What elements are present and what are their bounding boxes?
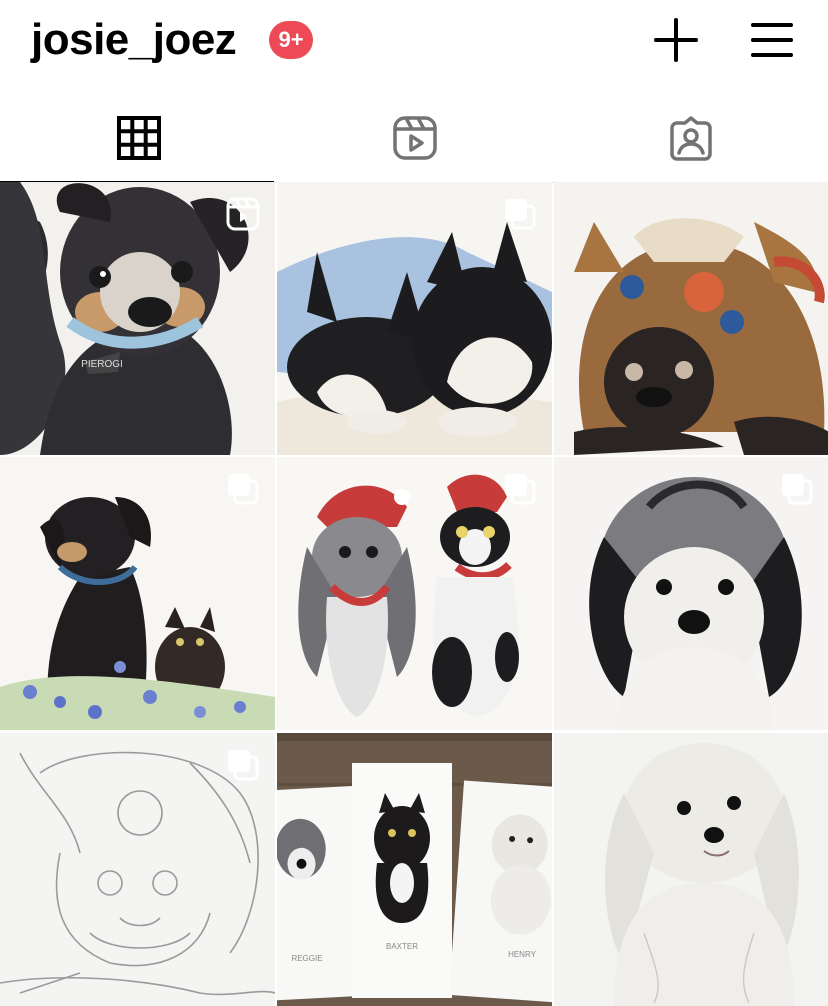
post-tile[interactable]	[0, 457, 275, 730]
tab-tagged[interactable]	[552, 96, 828, 182]
posts-grid: PIEROGI REGGIE BAXTER HENRY	[0, 182, 828, 1006]
multiple-posts-indicator	[502, 471, 538, 507]
multiple-posts-indicator	[225, 471, 261, 507]
create-post-button[interactable]	[652, 16, 700, 64]
post-image	[554, 733, 828, 1006]
post-tile[interactable]	[277, 182, 552, 455]
reels-icon	[393, 116, 437, 160]
post-tile[interactable]	[554, 733, 828, 1006]
pet-tag-text: PIEROGI	[81, 359, 123, 370]
multiple-posts-indicator	[779, 471, 815, 507]
multiple-posts-indicator	[502, 196, 538, 232]
profile-username[interactable]: josie_joez	[31, 14, 237, 66]
reels-icon	[226, 197, 260, 231]
card-label: HENRY	[508, 950, 537, 959]
post-tile[interactable]	[554, 457, 828, 730]
profile-header: josie_joez 9+	[0, 0, 828, 86]
post-tile[interactable]	[277, 457, 552, 730]
menu-button[interactable]	[748, 16, 796, 64]
tagged-icon	[670, 116, 712, 161]
multiple-posts-icon	[228, 750, 259, 781]
post-tile[interactable]	[554, 182, 828, 455]
multiple-posts-icon	[782, 474, 813, 505]
reels-indicator	[225, 196, 261, 232]
post-image: REGGIE BAXTER HENRY	[277, 733, 552, 1006]
plus-icon	[654, 18, 698, 62]
multiple-posts-icon	[505, 474, 536, 505]
multiple-posts-icon	[505, 199, 536, 230]
notification-badge[interactable]: 9+	[269, 21, 313, 59]
post-image	[554, 182, 828, 455]
post-tile[interactable]: REGGIE BAXTER HENRY	[277, 733, 552, 1006]
multiple-posts-indicator	[225, 747, 261, 783]
tab-posts-grid[interactable]	[0, 96, 276, 183]
card-label: REGGIE	[291, 954, 322, 963]
profile-tabs	[0, 96, 828, 183]
card-label: BAXTER	[386, 942, 418, 951]
grid-icon	[117, 116, 161, 160]
post-tile[interactable]: PIEROGI	[0, 182, 275, 455]
hamburger-menu-icon	[751, 23, 793, 57]
tab-reels[interactable]	[276, 96, 552, 182]
post-tile[interactable]	[0, 733, 275, 1006]
multiple-posts-icon	[228, 474, 259, 505]
